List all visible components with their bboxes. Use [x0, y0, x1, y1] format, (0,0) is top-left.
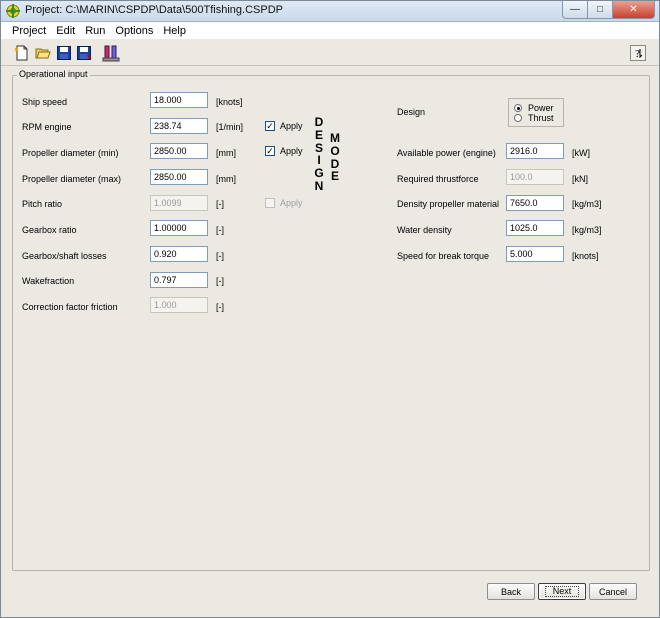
rpm-engine-unit: [1/min] [216, 122, 244, 132]
window-title: Project: C:\MARIN\CSPDP\Data\500Tfishing… [25, 4, 283, 16]
gearbox-ratio-unit: [-] [216, 225, 224, 235]
design-label: Design [397, 107, 426, 117]
design-mode-word-design: D E S I G N [314, 115, 324, 193]
required-thrustforce-unit: [kN] [572, 174, 589, 184]
back-button[interactable]: Back [487, 583, 535, 600]
minimize-button[interactable]: — [562, 1, 588, 19]
apply-rpm-checkbox[interactable]: ✓ [265, 121, 275, 131]
water-density-unit: [kg/m3] [572, 225, 602, 235]
speed-break-torque-input[interactable] [506, 246, 564, 262]
pitch-ratio-input [150, 195, 208, 211]
pitch-ratio-unit: [-] [216, 199, 224, 209]
water-density-input[interactable] [506, 220, 564, 236]
water-density-label: Water density [397, 225, 452, 235]
rpm-engine-label: RPM engine [22, 122, 72, 132]
app-logo-icon [6, 4, 20, 18]
menu-options[interactable]: Options [110, 25, 158, 37]
propeller-diameter-max-input[interactable] [150, 169, 208, 185]
group-title: Operational input [17, 69, 90, 79]
gearbox-ratio-input[interactable] [150, 220, 208, 236]
toolbar: ? [1, 40, 659, 66]
next-button-label: Next [544, 586, 580, 597]
design-power-label: Power [528, 103, 554, 113]
pitch-ratio-label: Pitch ratio [22, 199, 63, 209]
cancel-button[interactable]: Cancel [589, 583, 637, 600]
gearbox-shaft-losses-unit: [-] [216, 251, 224, 261]
gearbox-ratio-label: Gearbox ratio [22, 225, 77, 235]
new-document-icon[interactable] [13, 44, 31, 62]
gearbox-shaft-losses-input[interactable] [150, 246, 208, 262]
wakefraction-unit: [-] [216, 276, 224, 286]
menu-edit[interactable]: Edit [51, 25, 80, 37]
design-mode-word-mode: M O D E [330, 131, 340, 184]
menu-project[interactable]: Project [7, 25, 51, 37]
required-thrustforce-label: Required thrustforce [397, 174, 479, 184]
menu-help[interactable]: Help [158, 25, 191, 37]
apply-diameter-label: Apply [280, 146, 303, 156]
available-power-label: Available power (engine) [397, 148, 496, 158]
design-radio-group: Power Thrust [508, 98, 564, 127]
title-bar: Project: C:\MARIN\CSPDP\Data\500Tfishing… [1, 1, 659, 22]
ship-speed-label: Ship speed [22, 97, 68, 107]
ship-speed-input[interactable] [150, 92, 208, 108]
maximize-button[interactable]: □ [588, 1, 613, 19]
propeller-diameter-min-label: Propeller diameter (min) [22, 148, 119, 158]
save-as-icon[interactable] [75, 44, 93, 62]
density-propeller-material-unit: [kg/m3] [572, 199, 602, 209]
apply-pitch-label: Apply [280, 198, 303, 208]
window-controls: — □ ✕ [562, 1, 655, 19]
menu-bar: Project Edit Run Options Help [1, 22, 659, 39]
rpm-engine-input[interactable] [150, 118, 208, 134]
close-button[interactable]: ✕ [613, 1, 655, 19]
required-thrustforce-input [506, 169, 564, 185]
correction-factor-friction-label: Correction factor friction [22, 302, 118, 312]
speed-break-torque-label: Speed for break torque [397, 251, 490, 261]
available-power-unit: [kW] [572, 148, 590, 158]
propeller-diameter-max-unit: [mm] [216, 174, 236, 184]
apply-pitch-checkbox [265, 198, 275, 208]
next-button[interactable]: Next [538, 583, 586, 600]
save-icon[interactable] [55, 44, 73, 62]
svg-text:?: ? [635, 48, 640, 60]
help-pointer-icon[interactable]: ? [629, 44, 647, 62]
design-thrust-radio[interactable] [514, 114, 522, 122]
ship-speed-unit: [knots] [216, 97, 243, 107]
menu-run[interactable]: Run [80, 25, 110, 37]
speed-break-torque-unit: [knots] [572, 251, 599, 261]
design-power-radio[interactable] [514, 104, 522, 112]
apply-diameter-checkbox[interactable]: ✓ [265, 146, 275, 156]
correction-factor-friction-input [150, 297, 208, 313]
propeller-diameter-max-label: Propeller diameter (max) [22, 174, 122, 184]
wakefraction-label: Wakefraction [22, 276, 75, 286]
design-thrust-label: Thrust [528, 113, 554, 123]
apply-rpm-label: Apply [280, 121, 303, 131]
wakefraction-input[interactable] [150, 272, 208, 288]
correction-factor-friction-unit: [-] [216, 302, 224, 312]
propeller-diameter-min-input[interactable] [150, 143, 208, 159]
pipes-icon[interactable] [102, 44, 120, 62]
available-power-input[interactable] [506, 143, 564, 159]
density-propeller-material-input[interactable] [506, 195, 564, 211]
density-propeller-material-label: Density propeller material [397, 199, 500, 209]
propeller-diameter-min-unit: [mm] [216, 148, 236, 158]
gearbox-shaft-losses-label: Gearbox/shaft losses [22, 251, 107, 261]
app-window: Project: C:\MARIN\CSPDP\Data\500Tfishing… [0, 0, 660, 618]
open-folder-icon[interactable] [34, 44, 52, 62]
